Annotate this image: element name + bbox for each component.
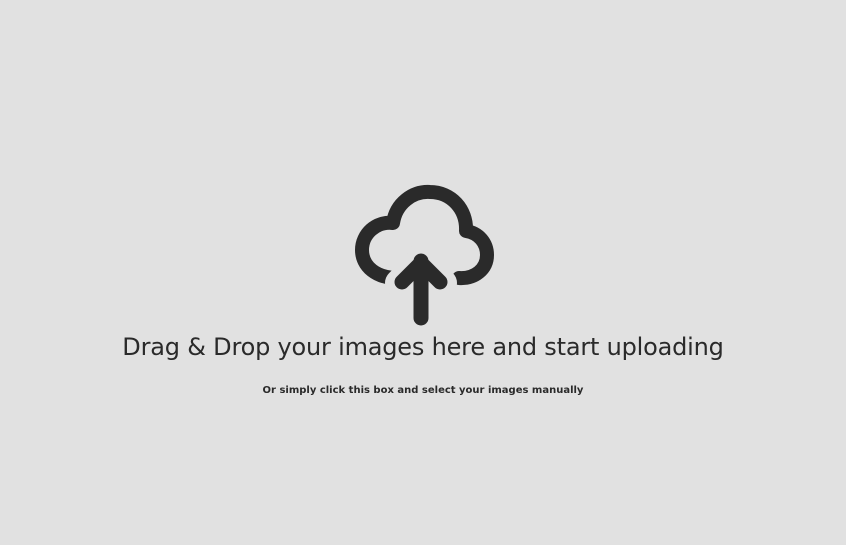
dropzone-headline: Drag & Drop your images here and start u… xyxy=(122,333,724,361)
image-upload-dropzone[interactable]: Drag & Drop your images here and start u… xyxy=(0,0,846,545)
dropzone-subline: Or simply click this box and select your… xyxy=(262,385,584,396)
cloud-upload-icon xyxy=(347,181,495,329)
